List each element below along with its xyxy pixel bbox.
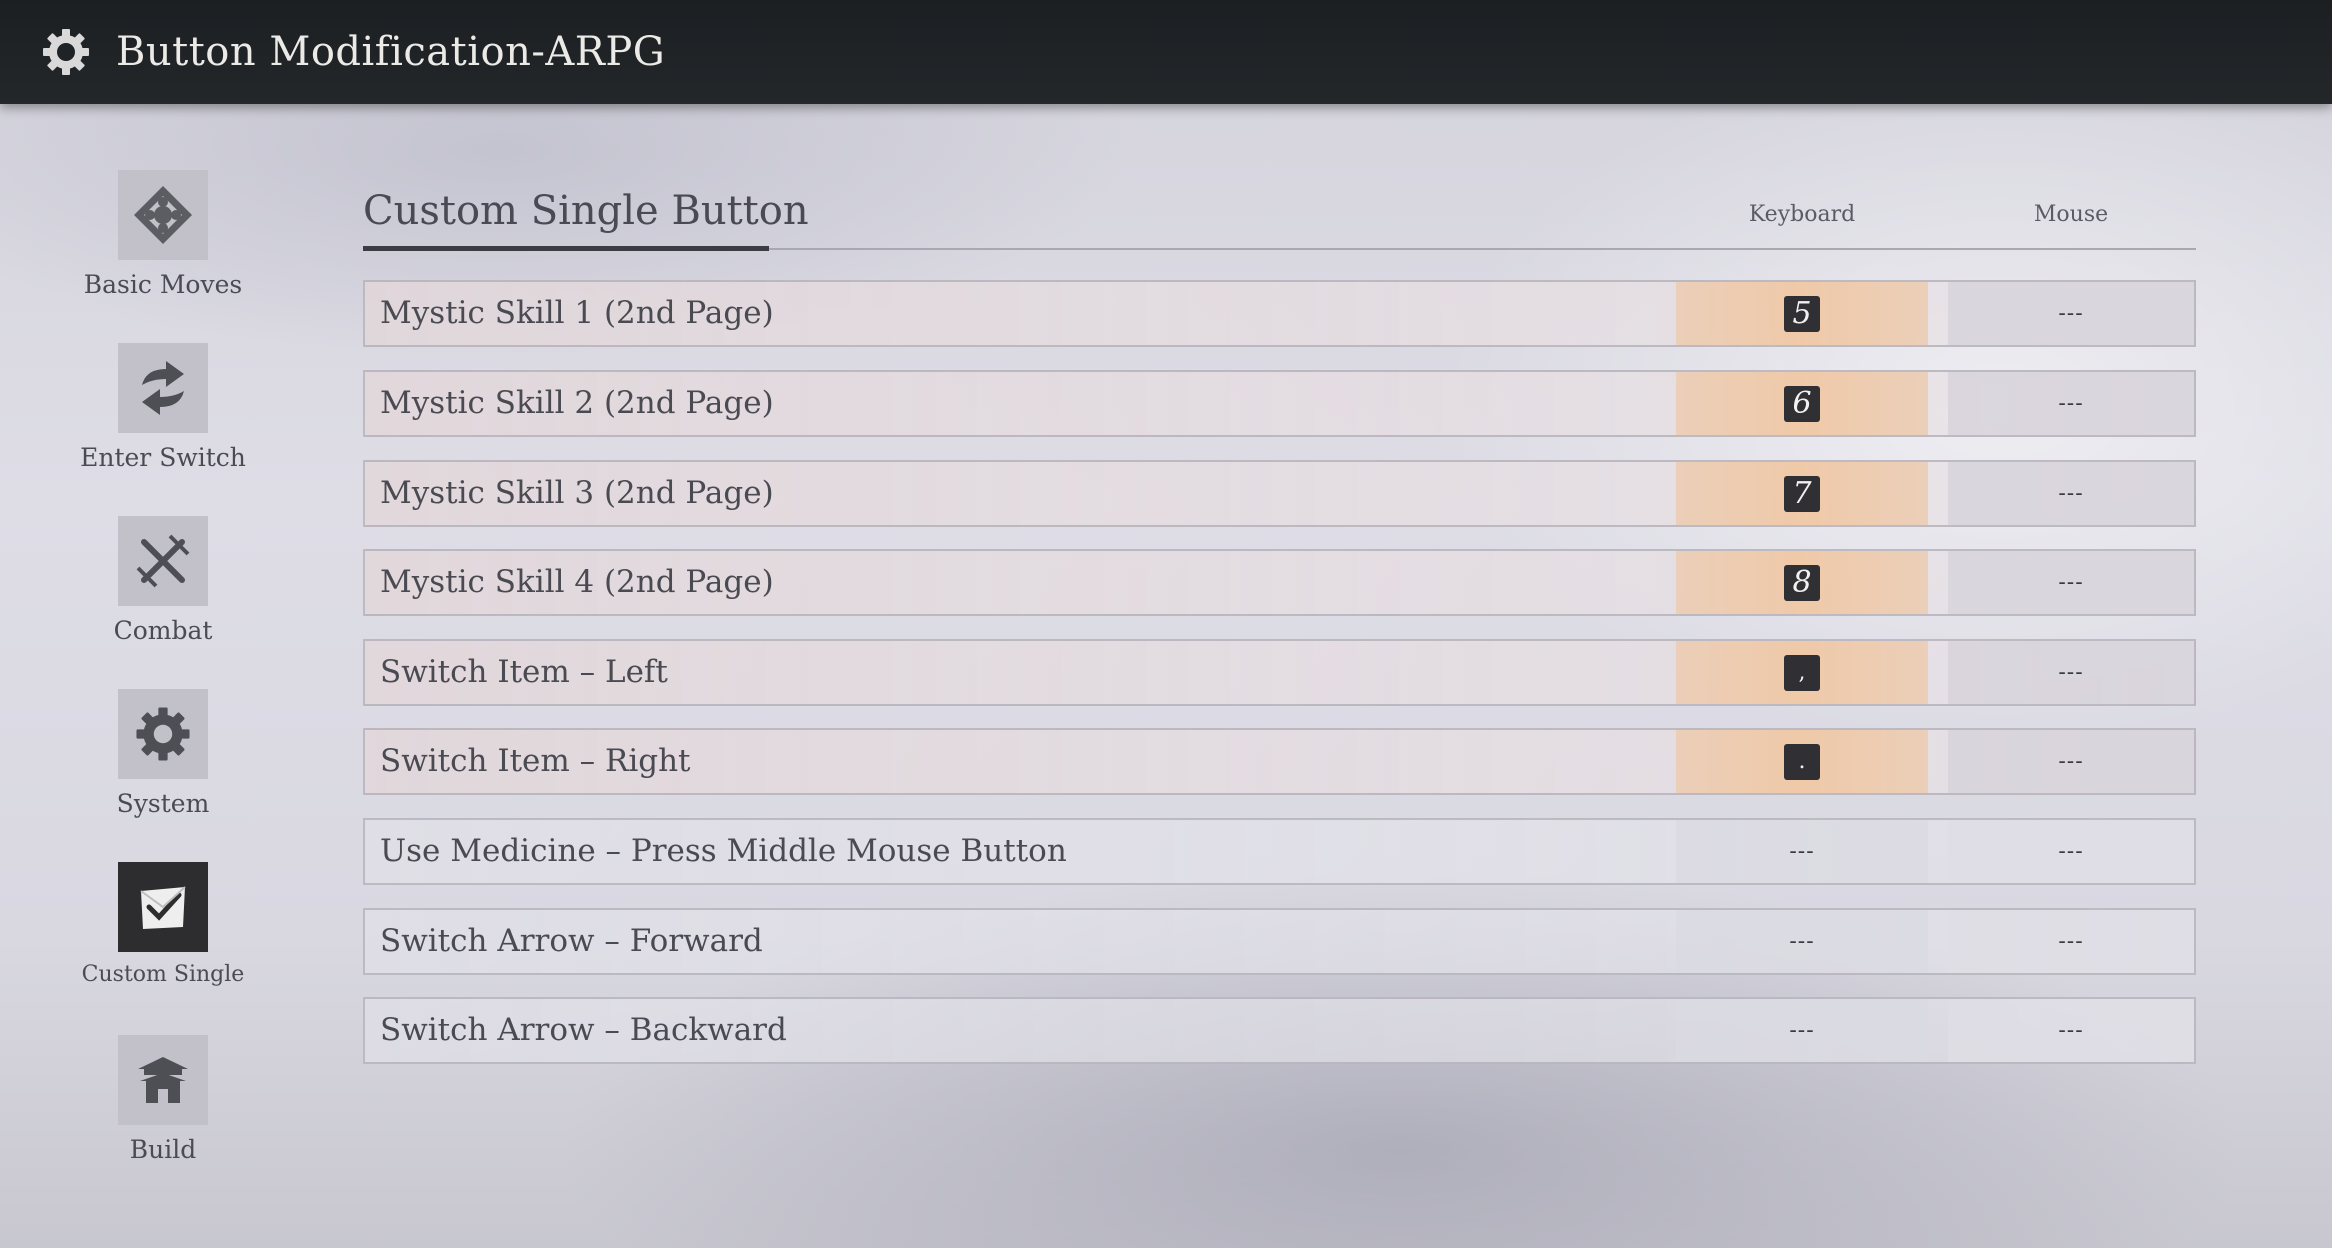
sidebar-item-label: Combat [113,616,213,645]
binding-row[interactable]: Mystic Skill 2 (2nd Page) 6 --- [363,370,2196,437]
unbound-value: --- [2058,929,2084,954]
binding-row[interactable]: Mystic Skill 3 (2nd Page) 7 --- [363,460,2196,527]
action-label: Mystic Skill 4 (2nd Page) [380,564,774,600]
mouse-binding-cell[interactable]: --- [1948,462,2194,525]
unbound-value: --- [2058,481,2084,506]
unbound-value: --- [2058,570,2084,595]
keyboard-column-header: Keyboard [1748,202,1856,227]
unbound-value: --- [2058,301,2084,326]
binding-row[interactable]: Switch Arrow – Backward --- --- [363,997,2196,1064]
unbound-value: --- [2058,660,2084,685]
key-cap: , [1784,654,1820,691]
unbound-value: --- [1789,839,1815,864]
binding-row[interactable]: Mystic Skill 1 (2nd Page) 5 --- [363,280,2196,347]
action-label: Switch Item – Right [380,743,691,779]
pavilion-icon [118,1035,208,1125]
keyboard-binding-cell[interactable]: . [1676,730,1928,793]
unbound-value: --- [2058,391,2084,416]
binding-row[interactable]: Switch Item – Right . --- [363,728,2196,795]
mouse-binding-cell[interactable]: --- [1948,551,2194,614]
mouse-binding-cell[interactable]: --- [1948,999,2194,1062]
sidebar-item-label: Basic Moves [83,270,243,299]
title-underline-accent [363,246,769,251]
keyboard-binding-cell[interactable]: --- [1676,910,1928,973]
action-label: Use Medicine – Press Middle Mouse Button [380,833,1067,869]
mouse-binding-cell[interactable]: --- [1948,910,2194,973]
unbound-value: --- [2058,839,2084,864]
keyboard-binding-cell[interactable]: 8 [1676,551,1928,614]
mouse-column-header: Mouse [2033,202,2109,227]
sidebar-item-label: Enter Switch [80,443,246,472]
keyboard-binding-cell[interactable]: , [1676,641,1928,704]
section-title: Custom Single Button [363,188,809,234]
gear-icon[interactable] [40,26,92,78]
keyboard-binding-cell[interactable]: --- [1676,999,1928,1062]
key-cap: 6 [1784,385,1820,422]
key-cap: 7 [1784,475,1820,512]
switch-arrows-icon [118,343,208,433]
sidebar-item-basic-moves[interactable]: Basic Moves [60,170,266,299]
crossed-swords-icon [118,516,208,606]
gear-icon [118,689,208,779]
action-label: Mystic Skill 1 (2nd Page) [380,295,774,331]
sidebar-item-system[interactable]: System [60,689,266,818]
action-label: Switch Item – Left [380,654,668,690]
sidebar-item-label: Build [129,1135,197,1164]
title-bar: Button Modification-ARPG [0,0,2332,104]
key-cap: . [1784,743,1820,780]
page-title: Button Modification-ARPG [116,29,666,75]
mouse-binding-cell[interactable]: --- [1948,820,2194,883]
mouse-binding-cell[interactable]: --- [1948,641,2194,704]
sidebar-item-combat[interactable]: Combat [60,516,266,645]
unbound-value: --- [2058,1018,2084,1043]
keyboard-binding-cell[interactable]: 5 [1676,282,1928,345]
key-cap: 5 [1784,295,1820,332]
binding-row[interactable]: Mystic Skill 4 (2nd Page) 8 --- [363,549,2196,616]
unbound-value: --- [2058,749,2084,774]
key-cap: 8 [1784,564,1820,601]
binding-row[interactable]: Switch Arrow – Forward --- --- [363,908,2196,975]
unbound-value: --- [1789,1018,1815,1043]
keyboard-binding-cell[interactable]: --- [1676,820,1928,883]
action-label: Switch Arrow – Backward [380,1012,787,1048]
sidebar-item-label: Custom Single [81,962,245,987]
sidebar-item-label: System [116,789,210,818]
action-label: Mystic Skill 3 (2nd Page) [380,475,774,511]
mouse-binding-cell[interactable]: --- [1948,282,2194,345]
binding-row[interactable]: Use Medicine – Press Middle Mouse Button… [363,818,2196,885]
sidebar-item-build[interactable]: Build [60,1035,266,1164]
keyboard-binding-cell[interactable]: 7 [1676,462,1928,525]
keyboard-binding-cell[interactable]: 6 [1676,372,1928,435]
action-label: Switch Arrow – Forward [380,923,763,959]
binding-row[interactable]: Switch Item – Left , --- [363,639,2196,706]
unbound-value: --- [1789,929,1815,954]
sidebar-item-custom-single[interactable]: Custom Single [60,862,266,987]
action-label: Mystic Skill 2 (2nd Page) [380,385,774,421]
mouse-binding-cell[interactable]: --- [1948,372,2194,435]
diamond-move-icon [118,170,208,260]
sidebar-item-enter-switch[interactable]: Enter Switch [60,343,266,472]
mouse-binding-cell[interactable]: --- [1948,730,2194,793]
custom-check-icon [118,862,208,952]
